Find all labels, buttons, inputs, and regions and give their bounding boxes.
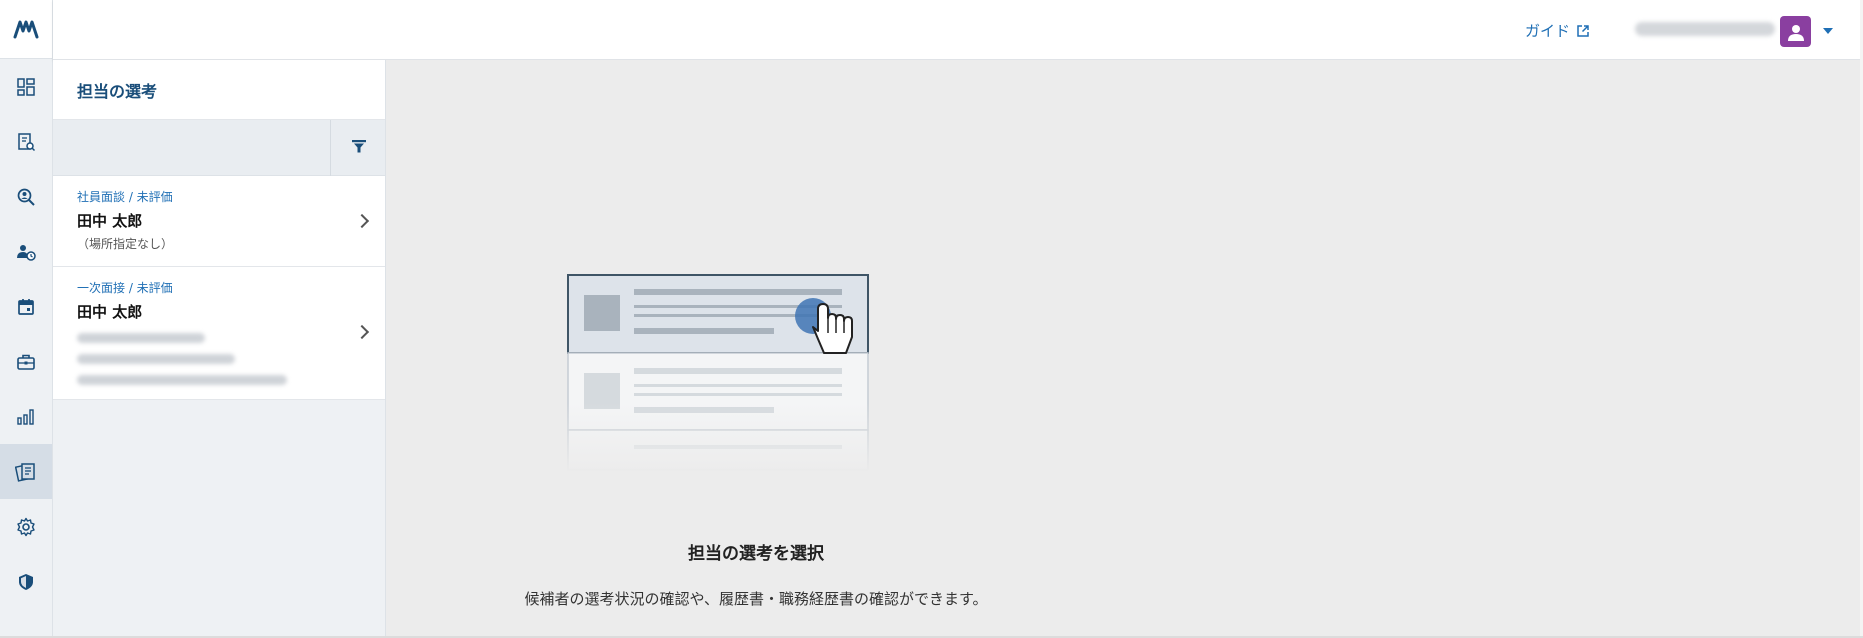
gear-icon [17, 517, 35, 536]
list-item[interactable]: 社員面談 / 未評価 田中 太郎 （場所指定なし） [53, 176, 385, 267]
selection-stage: 一次面接 / 未評価 [77, 281, 173, 295]
empty-state-title: 担当の選考を選択 [688, 544, 824, 564]
redacted-detail [77, 354, 235, 364]
candidate-name: 田中 太郎 [77, 303, 143, 321]
chevron-right-icon [354, 324, 370, 340]
company-name-redacted [1635, 22, 1775, 36]
app-logo[interactable] [0, 0, 52, 59]
assigned-selections-panel: 担当の選考 社員面談 / 未評価 田中 太郎 （場所指定なし） 一次面接 / 未… [53, 60, 386, 638]
dashboard-icon [17, 77, 35, 96]
bar-chart-icon [17, 408, 34, 425]
calendar-icon [18, 298, 34, 315]
user-icon [1787, 24, 1804, 41]
sidebar-item-dashboard[interactable] [0, 59, 52, 114]
candidate-name: 田中 太郎 [77, 212, 143, 230]
sidebar-item-security[interactable] [0, 554, 52, 609]
top-bar: ガイド [53, 0, 1863, 60]
redacted-detail [77, 333, 205, 343]
review-documents-icon [15, 462, 35, 482]
sidebar-item-calendar[interactable] [0, 279, 52, 334]
app-root: ガイド 担当の選考 社員面談 / 未評価 田中 太郎 （場所指定なし） 一次面接… [0, 0, 1863, 638]
briefcase-icon [17, 354, 35, 370]
guide-link[interactable]: ガイド [1525, 20, 1590, 41]
avatar[interactable] [1780, 16, 1811, 47]
user-clock-icon [17, 244, 36, 261]
selection-stage: 社員面談 / 未評価 [77, 190, 173, 204]
guide-label: ガイド [1524, 22, 1570, 40]
filter-bar [53, 120, 385, 176]
sidebar-item-documents[interactable] [0, 114, 52, 169]
sidebar-item-candidate-search[interactable] [0, 169, 52, 224]
filter-divider [330, 120, 331, 176]
interview-location: （場所指定なし） [77, 237, 174, 251]
sidebar-item-reviews[interactable] [0, 444, 52, 499]
empty-state-description: 候補者の選考状況の確認や、履歴書・職務経歴書の確認ができます。 [524, 590, 988, 608]
select-item-illustration [566, 274, 871, 473]
sidebar-item-reports[interactable] [0, 389, 52, 444]
sidebar-item-settings[interactable] [0, 499, 52, 554]
panel-title: 担当の選考 [53, 60, 385, 120]
redacted-detail [77, 375, 287, 385]
sidebar-rail [0, 0, 53, 638]
external-link-icon [1577, 24, 1589, 37]
account-menu-caret-icon[interactable] [1823, 28, 1833, 34]
shield-icon [19, 573, 33, 590]
sidebar-item-scheduling[interactable] [0, 224, 52, 279]
sidebar-item-jobs[interactable] [0, 334, 52, 389]
detail-area: 担当の選考を選択 候補者の選考状況の確認や、履歴書・職務経歴書の確認ができます。 [386, 60, 1863, 638]
filter-button[interactable] [351, 138, 367, 158]
document-search-icon [18, 132, 36, 151]
logo-icon [13, 20, 39, 39]
candidate-search-icon [17, 188, 35, 206]
filter-icon [352, 140, 366, 153]
list-item[interactable]: 一次面接 / 未評価 田中 太郎 [53, 267, 385, 400]
